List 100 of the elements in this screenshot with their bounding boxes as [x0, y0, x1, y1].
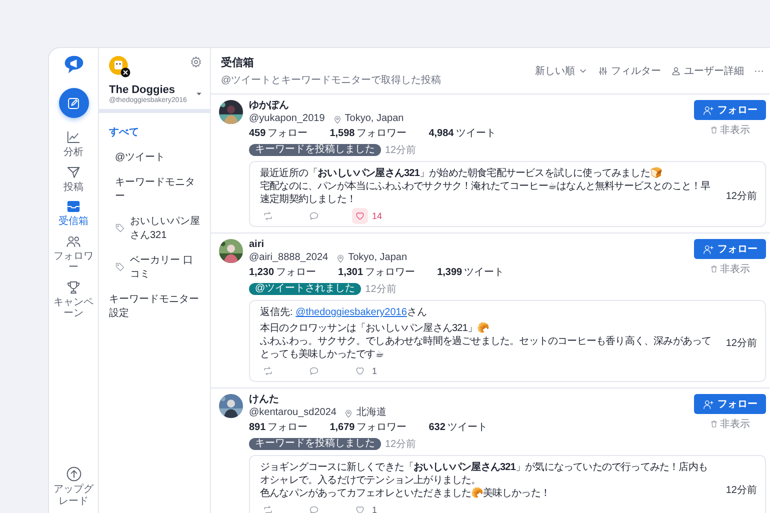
filter-icon [598, 66, 608, 76]
stat-label: フォロワー [356, 422, 407, 434]
mention-link[interactable]: @thedoggiesbakery2016 [296, 307, 407, 318]
page-subtitle: @ツイートとキーワードモニターで取得した投稿 [221, 74, 442, 87]
reply-line: 返信先: @thedoggiesbakery2016さん [260, 306, 428, 319]
upgrade-icon [66, 466, 82, 482]
location-pin-icon [336, 254, 346, 262]
user-icon [671, 66, 681, 76]
reply-icon [309, 505, 319, 513]
heart-icon [355, 211, 365, 221]
trophy-icon [66, 280, 81, 294]
chart-icon [66, 130, 81, 145]
nav-item[interactable]: 受信箱 [50, 199, 98, 228]
nav-item[interactable]: 投稿 [50, 164, 98, 193]
stat-value: 891 [249, 422, 266, 434]
people-icon [66, 234, 81, 248]
stat-value: 1,679 [330, 422, 355, 434]
stat-label: ツイート [456, 128, 496, 140]
status-badge: キーワードを投稿しました [249, 144, 381, 156]
nav-item[interactable]: キャンペーン [50, 280, 98, 320]
pencil-icon [66, 96, 81, 110]
heart-icon [355, 366, 365, 376]
user-handle: @airi_8888_2024 [249, 252, 328, 264]
nav-item[interactable]: フォロワー [50, 234, 98, 274]
hide-button[interactable]: 非表示 [710, 262, 750, 276]
stat-label: フォロー [268, 128, 308, 140]
badge-time: 12分前 [385, 144, 416, 157]
stat-label: フォロー [276, 267, 316, 279]
retweet-icon [263, 505, 273, 513]
stat-label: ツイート [447, 422, 488, 434]
status-badge: キーワードを投稿しました [249, 438, 381, 450]
retweet-icon [263, 366, 273, 376]
settings-icon [190, 56, 202, 68]
like-count: 1 [372, 366, 378, 376]
user-name: airi [249, 239, 266, 251]
post-time: 12分前 [726, 190, 757, 202]
settings-button[interactable] [190, 56, 202, 68]
reply-icon [309, 366, 319, 376]
post-text: 最近近所の「おいしいパン屋さん321」が始めた朝食宅配サービスを試しに使ってみました🍞 宅配なのに、パンが本当にふわふわでサクサク！淹れたてコーヒー☕はなんと無料サービスとのこと！早速定期契約しました！ [260, 167, 712, 206]
user-location: Tokyo, Japan [344, 113, 404, 125]
sidebar-item[interactable]: キーワードモニター設定 [99, 288, 210, 324]
add-user-icon [702, 244, 714, 254]
filter-button[interactable]: フィルター [598, 64, 661, 78]
account-name: The Doggies [109, 84, 176, 96]
send-icon [66, 164, 81, 180]
stat-value: 632 [428, 422, 446, 434]
badge-time: 12分前 [365, 283, 396, 296]
hide-button[interactable]: 非表示 [710, 417, 750, 431]
post-text: 本日のクロワッサンは「おいしいパン屋さん321」🥐 ふわふわっ。サクサク。でしあわせな時間を過ごせました。セットのコーヒーも香り高く、深みがあってとっても美味しかったです☕ [260, 322, 712, 361]
post-time: 12分前 [726, 336, 757, 350]
location-pin-icon [344, 408, 354, 418]
stat-value: 459 [249, 128, 266, 140]
compose-button[interactable] [58, 88, 88, 118]
stat-label: ツイート [464, 267, 504, 279]
tag-icon [115, 223, 125, 233]
inbox-icon [66, 199, 81, 214]
stat-label: フォロー [268, 422, 308, 434]
sidebar-item[interactable]: キーワードモニター [99, 171, 210, 207]
more-button[interactable]: ··· [754, 66, 764, 76]
nav-item[interactable]: 分析 [50, 130, 98, 158]
user-handle: @kentarou_sd2024 [249, 407, 336, 419]
sidebar-item[interactable]: @ツイート [99, 146, 210, 168]
stat-value: 1,399 [437, 267, 462, 279]
page-title: 受信箱 [221, 56, 255, 70]
location-pin-icon [332, 114, 342, 124]
user-details-button[interactable]: ユーザー詳細 [671, 64, 744, 78]
hide-button[interactable]: 非表示 [710, 123, 750, 137]
stat-label: フォロワー [365, 267, 416, 279]
like-count: 1 [372, 505, 378, 513]
trash-icon [710, 265, 718, 273]
retweet-icon [263, 211, 273, 221]
upgrade-button[interactable]: アップグレード [50, 466, 98, 507]
like-count: 14 [372, 211, 382, 221]
trash-icon [710, 126, 718, 134]
heart-icon [355, 505, 365, 513]
like-button[interactable] [352, 208, 368, 224]
account-avatar[interactable] [109, 56, 131, 78]
follow-button[interactable]: フォロー [694, 100, 766, 120]
badge-time: 12分前 [385, 438, 416, 451]
add-user-icon [702, 398, 714, 410]
logo-icon [62, 54, 84, 76]
follow-button[interactable]: フォロー [694, 394, 766, 414]
sort-button[interactable]: 新しい順 [535, 64, 588, 78]
status-badge: @ツイートされました [249, 283, 362, 295]
post-text: ジョギングコースに新しくできた「おいしいパン屋さん321」が気になっていたので行ってみた！店内もオシャレで。入るだけでテンション上がりました。 色んなパンがあってカフェオレといただきました🥐美味しかった！ [260, 461, 709, 500]
caret-icon[interactable] [196, 92, 202, 96]
stat-value: 4,984 [428, 128, 454, 140]
keyword-item[interactable]: おいしいパン屋さん321 [99, 210, 210, 246]
keyword-item[interactable]: ベーカリー 口コミ [99, 249, 210, 285]
tag-icon [115, 262, 125, 272]
stat-value: 1,230 [249, 267, 274, 279]
user-name: けんた [249, 394, 280, 406]
sidebar-item[interactable]: すべて [99, 121, 210, 143]
trash-icon [710, 420, 718, 428]
user-handle: @yukapon_2019 [249, 113, 325, 125]
follow-button[interactable]: フォロー [694, 239, 766, 259]
stat-label: フォロワー [356, 128, 407, 140]
stat-value: 1,598 [330, 128, 355, 140]
user-location: 北海道 [356, 407, 386, 419]
user-location: Tokyo, Japan [348, 252, 408, 264]
